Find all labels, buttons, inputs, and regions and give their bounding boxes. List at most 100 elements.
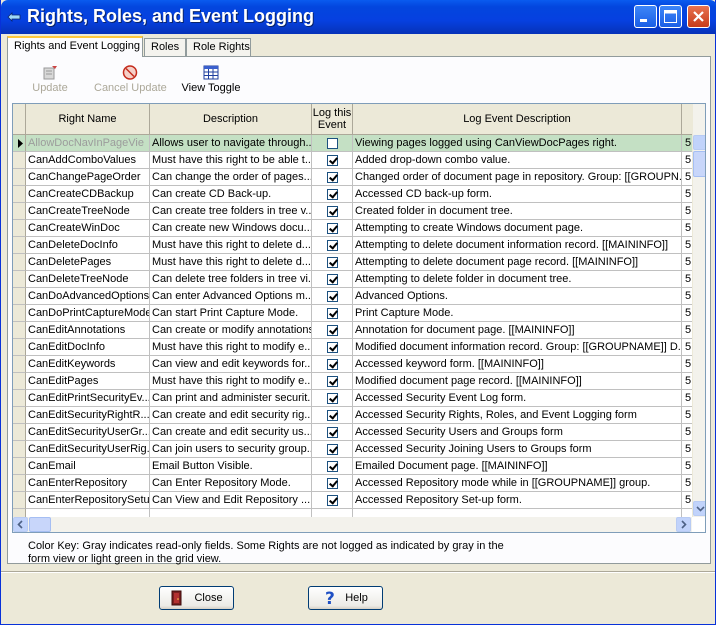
log-event-description-cell[interactable]: Attempting to delete folder in document … bbox=[353, 271, 682, 288]
log-this-event-cell[interactable] bbox=[312, 492, 353, 509]
extra-cell[interactable]: 5 bbox=[682, 220, 692, 237]
log-event-checkbox[interactable] bbox=[327, 274, 338, 285]
table-row[interactable]: CanDoPrintCaptureMode Can start Print Cap… bbox=[13, 305, 692, 322]
row-selector[interactable] bbox=[13, 254, 26, 271]
horizontal-scroll-thumb[interactable] bbox=[29, 517, 51, 532]
tab-rights-and-event-logging[interactable]: Rights and Event Logging bbox=[7, 36, 143, 57]
log-event-description-cell[interactable]: Accessed keyword form. [[MAININFO]] bbox=[353, 356, 682, 373]
maximize-button[interactable] bbox=[659, 5, 682, 28]
log-this-event-cell[interactable] bbox=[312, 441, 353, 458]
right-name-cell[interactable]: AllowDocNavInPageVie bbox=[26, 135, 150, 152]
log-event-description-cell[interactable]: Accessed Repository Set-up form. bbox=[353, 492, 682, 509]
log-event-description-cell[interactable]: Viewing pages logged using CanViewDocPag… bbox=[353, 135, 682, 152]
log-this-event-cell[interactable] bbox=[312, 373, 353, 390]
log-event-checkbox[interactable] bbox=[327, 359, 338, 370]
log-event-checkbox[interactable] bbox=[327, 393, 338, 404]
log-event-checkbox[interactable] bbox=[327, 478, 338, 489]
right-name-cell[interactable]: CanDeleteTreeNode bbox=[26, 271, 150, 288]
right-name-cell[interactable] bbox=[26, 509, 150, 517]
log-this-event-cell[interactable] bbox=[312, 356, 353, 373]
row-selector[interactable] bbox=[13, 237, 26, 254]
row-selector[interactable] bbox=[13, 509, 26, 517]
description-cell[interactable]: Can create tree folders in tree v... bbox=[150, 203, 312, 220]
description-cell[interactable]: Can create CD Back-up. bbox=[150, 186, 312, 203]
table-row[interactable]: CanDeleteDocInfo Must have this right to … bbox=[13, 237, 692, 254]
tab-role-rights[interactable]: Role Rights bbox=[186, 38, 251, 56]
log-event-checkbox[interactable] bbox=[327, 172, 338, 183]
extra-cell[interactable]: 5 bbox=[682, 339, 692, 356]
row-selector[interactable] bbox=[13, 373, 26, 390]
right-name-cell[interactable]: CanEditPages bbox=[26, 373, 150, 390]
log-this-event-cell[interactable] bbox=[312, 458, 353, 475]
right-name-cell[interactable]: CanCreateCDBackup bbox=[26, 186, 150, 203]
extra-cell[interactable]: 5 bbox=[682, 203, 692, 220]
right-name-cell[interactable]: CanEditKeywords bbox=[26, 356, 150, 373]
table-row[interactable]: CanEnterRepositorySetup Can View and Edit… bbox=[13, 492, 692, 509]
vertical-scrollbar[interactable] bbox=[692, 104, 705, 517]
log-event-checkbox[interactable] bbox=[327, 138, 338, 149]
log-event-checkbox[interactable] bbox=[327, 461, 338, 472]
log-event-description-cell[interactable]: Accessed Security Joining Users to Group… bbox=[353, 441, 682, 458]
extra-cell[interactable]: 5 bbox=[682, 169, 692, 186]
row-selector[interactable] bbox=[13, 475, 26, 492]
description-cell[interactable]: Can create new Windows docu... bbox=[150, 220, 312, 237]
table-row[interactable]: CanDoAdvancedOptions Can enter Advanced O… bbox=[13, 288, 692, 305]
table-row[interactable]: CanCreateWinDoc Can create new Windows do… bbox=[13, 220, 692, 237]
description-cell[interactable]: Can Enter Repository Mode. bbox=[150, 475, 312, 492]
table-row[interactable]: CanEditPrintSecurityEv... Can print and a… bbox=[13, 390, 692, 407]
column-header-log-this-event[interactable]: Log this Event bbox=[312, 104, 353, 135]
rights-grid[interactable]: Right Name Description Log this Event Lo… bbox=[12, 103, 706, 533]
description-cell[interactable]: Must have this right to modify e... bbox=[150, 339, 312, 356]
description-cell[interactable]: Can print and administer securit... bbox=[150, 390, 312, 407]
column-header-description[interactable]: Description bbox=[150, 104, 312, 135]
log-event-description-cell[interactable]: Annotation for document page. [[MAININFO… bbox=[353, 322, 682, 339]
extra-cell[interactable]: 5 bbox=[682, 305, 692, 322]
scroll-left-button[interactable] bbox=[13, 517, 28, 532]
log-event-description-cell[interactable]: Attempting to delete document informatio… bbox=[353, 237, 682, 254]
right-name-cell[interactable]: CanChangePageOrder bbox=[26, 169, 150, 186]
horizontal-scrollbar[interactable] bbox=[13, 517, 692, 532]
log-event-checkbox[interactable] bbox=[327, 376, 338, 387]
log-event-description-cell[interactable]: Created folder in document tree. bbox=[353, 203, 682, 220]
table-row[interactable] bbox=[13, 509, 692, 517]
log-event-description-cell[interactable]: Modified document page record. [[MAININF… bbox=[353, 373, 682, 390]
log-this-event-cell[interactable] bbox=[312, 254, 353, 271]
log-event-checkbox[interactable] bbox=[327, 325, 338, 336]
row-selector[interactable] bbox=[13, 152, 26, 169]
extra-cell[interactable]: 5 bbox=[682, 186, 692, 203]
right-name-cell[interactable]: CanDeleteDocInfo bbox=[26, 237, 150, 254]
log-this-event-cell[interactable] bbox=[312, 220, 353, 237]
log-this-event-cell[interactable] bbox=[312, 135, 353, 152]
description-cell[interactable]: Must have this right to modify e... bbox=[150, 373, 312, 390]
description-cell[interactable]: Must have this right to delete d... bbox=[150, 237, 312, 254]
row-selector[interactable] bbox=[13, 203, 26, 220]
log-event-checkbox[interactable] bbox=[327, 291, 338, 302]
log-event-checkbox[interactable] bbox=[327, 308, 338, 319]
log-this-event-cell[interactable] bbox=[312, 271, 353, 288]
extra-cell[interactable]: 5 bbox=[682, 475, 692, 492]
log-event-checkbox[interactable] bbox=[327, 410, 338, 421]
minimize-button[interactable] bbox=[634, 5, 657, 28]
extra-cell[interactable]: 5 bbox=[682, 135, 692, 152]
scroll-up-button[interactable] bbox=[693, 135, 705, 150]
description-cell[interactable]: Can enter Advanced Options m... bbox=[150, 288, 312, 305]
column-header-log-event-description[interactable]: Log Event Description bbox=[353, 104, 682, 135]
table-row[interactable]: CanEditSecurityUserRig... Can join users … bbox=[13, 441, 692, 458]
log-event-description-cell[interactable]: Accessed Repository mode while in [[GROU… bbox=[353, 475, 682, 492]
log-this-event-cell[interactable] bbox=[312, 186, 353, 203]
table-row[interactable]: CanEditDocInfo Must have this right to mo… bbox=[13, 339, 692, 356]
help-button[interactable]: ? Help bbox=[308, 586, 383, 610]
log-event-description-cell[interactable] bbox=[353, 509, 682, 517]
log-event-checkbox[interactable] bbox=[327, 444, 338, 455]
description-cell[interactable]: Can change the order of pages... bbox=[150, 169, 312, 186]
description-cell[interactable]: Can start Print Capture Mode. bbox=[150, 305, 312, 322]
description-cell[interactable]: Can join users to security group... bbox=[150, 441, 312, 458]
row-selector[interactable] bbox=[13, 135, 26, 152]
table-row[interactable]: CanCreateTreeNode Can create tree folders… bbox=[13, 203, 692, 220]
log-this-event-cell[interactable] bbox=[312, 322, 353, 339]
log-event-description-cell[interactable]: Accessed CD back-up form. bbox=[353, 186, 682, 203]
right-name-cell[interactable]: CanEditDocInfo bbox=[26, 339, 150, 356]
extra-cell[interactable]: 5 bbox=[682, 356, 692, 373]
description-cell[interactable]: Can create or modify annotations... bbox=[150, 322, 312, 339]
log-event-checkbox[interactable] bbox=[327, 342, 338, 353]
